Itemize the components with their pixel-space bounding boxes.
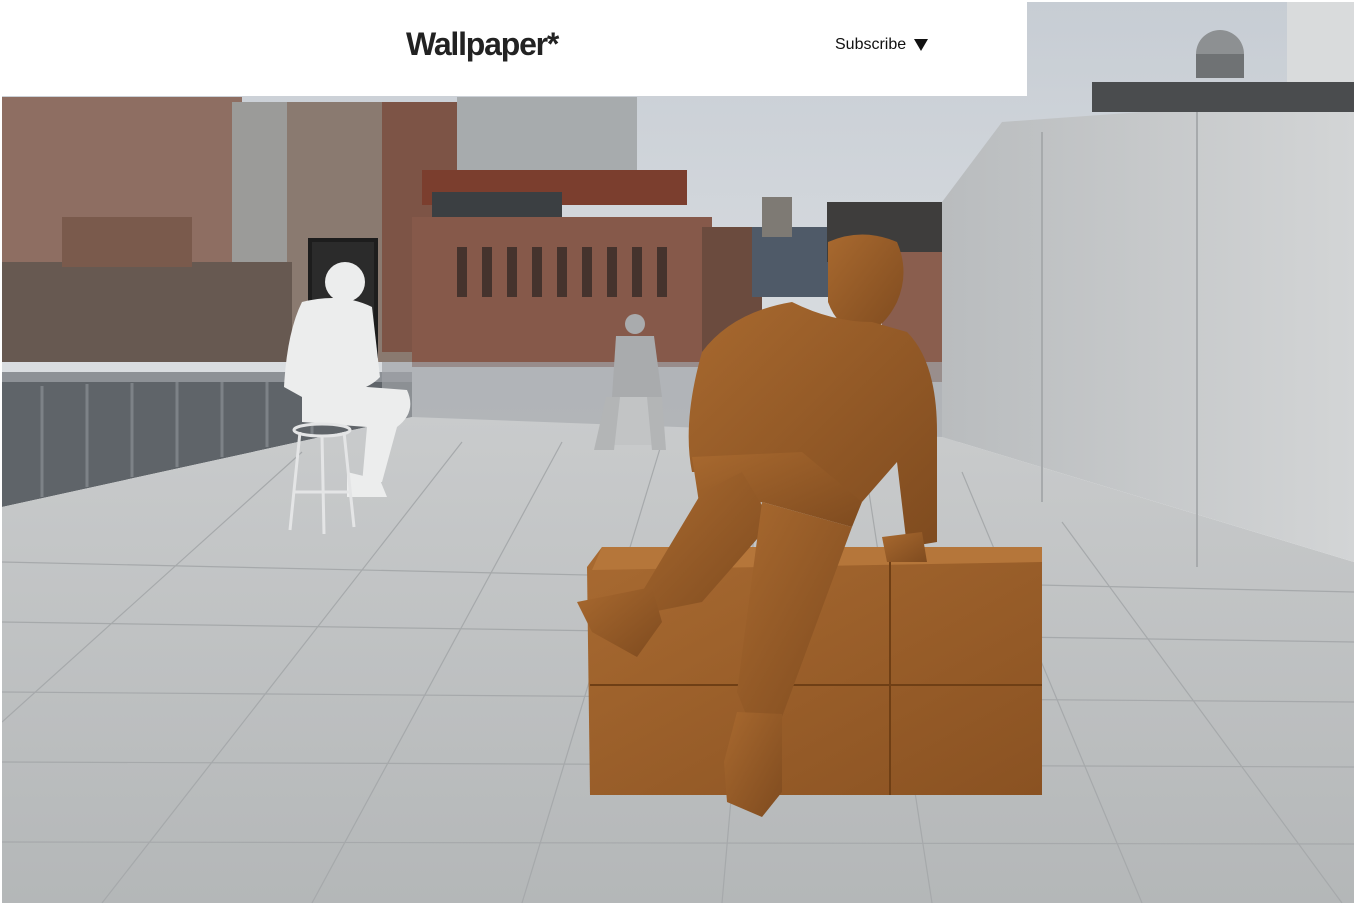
page: Wallpaper* Subscribe — [0, 0, 1364, 905]
subscribe-label: Subscribe — [835, 36, 907, 53]
hero-image — [2, 2, 1354, 903]
caret-down-icon — [914, 39, 929, 51]
site-header: Wallpaper* Subscribe — [0, 0, 1027, 96]
subscribe-button[interactable]: Subscribe — [835, 36, 929, 54]
wallpaper-logo[interactable]: Wallpaper* — [406, 24, 559, 64]
